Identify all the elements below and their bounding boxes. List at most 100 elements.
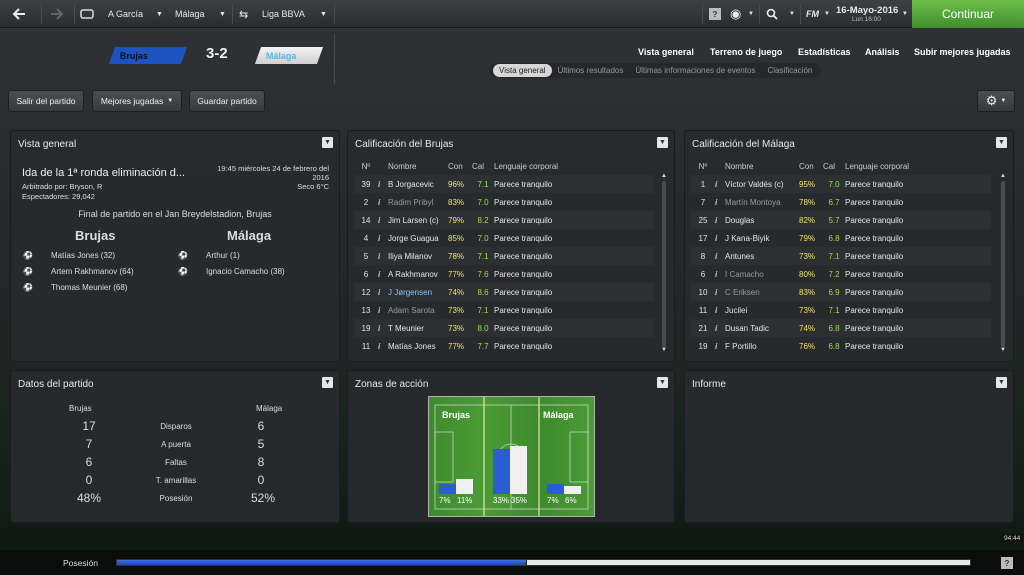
scorer-name[interactable]: Matías Jones (32)	[51, 251, 115, 260]
scorer-name[interactable]: Thomas Meunier (68)	[51, 283, 127, 292]
player-info-icon[interactable]: i	[378, 234, 388, 243]
back-arrow-icon[interactable]	[12, 0, 26, 28]
search-dropdown-icon[interactable]: ▼	[789, 0, 795, 28]
player-info-icon[interactable]: i	[378, 180, 388, 189]
scroll-down-icon[interactable]: ▼	[661, 347, 667, 353]
player-name[interactable]: I Camacho	[725, 270, 799, 279]
subtab-clasificacion[interactable]: Clasificación	[761, 64, 818, 77]
table-row[interactable]: 13 i Adam Sarota 73% 7.1 Parece tranquilo	[354, 301, 654, 319]
globe-dropdown-icon[interactable]: ▼	[748, 0, 754, 28]
tab-terreno-de-juego[interactable]: Terreno de juego	[710, 47, 782, 57]
table-row[interactable]: 8 i Antunes 73% 7.1 Parece tranquilo	[691, 247, 991, 265]
report-menu-icon[interactable]: ▼	[996, 377, 1007, 388]
player-name[interactable]: F Portillo	[725, 342, 799, 351]
scorer-name[interactable]: Ignacio Camacho (38)	[206, 267, 285, 276]
table-row[interactable]: 7 i Martín Montoya 78% 6.7 Parece tranquilo	[691, 193, 991, 211]
table-row[interactable]: 17 i J Kana-Biyik 79% 6.8 Parece tranquilo	[691, 229, 991, 247]
player-info-icon[interactable]: i	[715, 198, 725, 207]
player-name[interactable]: J Kana-Biyik	[725, 234, 799, 243]
home-ratings-scrollbar[interactable]	[662, 181, 666, 347]
scorer-name[interactable]: Artem Rakhmanov (64)	[51, 267, 134, 276]
table-row[interactable]: 19 i T Meunier 73% 8.0 Parece tranquilo	[354, 319, 654, 337]
player-info-icon[interactable]: i	[715, 342, 725, 351]
table-row[interactable]: 39 i B Jorgacevic 96% 7.1 Parece tranquilo	[354, 175, 654, 193]
competition-dropdown-icon[interactable]: ▼	[320, 0, 327, 28]
manager-dropdown-icon[interactable]: ▼	[156, 0, 163, 28]
player-info-icon[interactable]: i	[715, 306, 725, 315]
continue-button[interactable]: Continuar	[912, 0, 1024, 28]
table-row[interactable]: 11 i Matías Jones 77% 7.7 Parece tranquilo	[354, 337, 654, 355]
highlights-button[interactable]: Mejores jugadas ▼	[92, 90, 182, 112]
player-name[interactable]: B Jorgacevic	[388, 180, 448, 189]
scroll-down-icon[interactable]: ▼	[1000, 347, 1006, 353]
player-name[interactable]: Dusan Tadic	[725, 324, 799, 333]
tab-estadisticas[interactable]: Estadísticas	[798, 47, 851, 57]
player-info-icon[interactable]: i	[715, 252, 725, 261]
player-info-icon[interactable]: i	[378, 270, 388, 279]
player-name[interactable]: Víctor Valdés (c)	[725, 180, 799, 189]
table-row[interactable]: 14 i Jim Larsen (c) 79% 8.2 Parece tranquilo	[354, 211, 654, 229]
tab-analisis[interactable]: Análisis	[865, 47, 900, 57]
player-name[interactable]: Adam Sarota	[388, 306, 448, 315]
forward-arrow-icon[interactable]	[50, 0, 64, 28]
player-name[interactable]: Matías Jones	[388, 342, 448, 351]
club-name[interactable]: Málaga	[175, 0, 205, 28]
player-info-icon[interactable]: i	[378, 288, 388, 297]
player-info-icon[interactable]: i	[715, 180, 725, 189]
table-row[interactable]: 19 i F Portillo 76% 6.8 Parece tranquilo	[691, 337, 991, 355]
exit-match-button[interactable]: Salir del partido	[8, 90, 84, 112]
player-name[interactable]: Radim Pribyl	[388, 198, 448, 207]
player-name[interactable]: C Eriksen	[725, 288, 799, 297]
scroll-up-icon[interactable]: ▲	[661, 173, 667, 179]
manager-name[interactable]: A García	[108, 0, 143, 28]
player-name[interactable]: Douglas	[725, 216, 799, 225]
scroll-up-icon[interactable]: ▲	[1000, 173, 1006, 179]
save-match-button[interactable]: Guardar partido	[189, 90, 265, 112]
help-icon[interactable]: ?	[709, 0, 721, 28]
player-name[interactable]: Jorge Guagua	[388, 234, 448, 243]
settings-button[interactable]: ⚙ ▼	[977, 90, 1015, 112]
away-team-tag[interactable]: Málaga	[254, 47, 324, 64]
fm-menu[interactable]: FM	[806, 0, 819, 28]
player-info-icon[interactable]: i	[378, 216, 388, 225]
table-row[interactable]: 6iI Camacho 80% 7.2 Parece tranquilo	[691, 265, 991, 283]
player-name[interactable]: Jim Larsen (c)	[388, 216, 448, 225]
fm-dropdown-icon[interactable]: ▼	[824, 0, 830, 28]
club-dropdown-icon[interactable]: ▼	[219, 0, 226, 28]
help-icon[interactable]: ?	[1001, 557, 1013, 569]
competition-name[interactable]: Liga BBVA	[262, 0, 305, 28]
away-ratings-menu-icon[interactable]: ▼	[996, 137, 1007, 148]
globe-icon[interactable]: ◉	[730, 0, 741, 28]
table-row[interactable]: 25 i Douglas 82% 5.7 Parece tranquilo	[691, 211, 991, 229]
player-name[interactable]: T Meunier	[388, 324, 448, 333]
player-info-icon[interactable]: i	[378, 342, 388, 351]
player-name[interactable]: Antunes	[725, 252, 799, 261]
subtab-ultimas-informaciones[interactable]: Últimas informaciones de eventos	[629, 64, 761, 77]
table-row[interactable]: 4 i Jorge Guagua 85% 7.0 Parece tranquilo	[354, 229, 654, 247]
scorer-name[interactable]: Arthur (1)	[206, 251, 240, 260]
player-info-icon[interactable]: i	[715, 216, 725, 225]
table-row[interactable]: 21 i Dusan Tadic 74% 6.8 Parece tranquilo	[691, 319, 991, 337]
player-name[interactable]: Martín Montoya	[725, 198, 799, 207]
date-dropdown-icon[interactable]: ▼	[902, 0, 908, 28]
player-info-icon[interactable]: i	[715, 288, 725, 297]
subtab-vista-general[interactable]: Vista general	[493, 64, 552, 77]
player-info-icon[interactable]: i	[715, 234, 725, 243]
tab-vista-general[interactable]: Vista general	[638, 47, 694, 57]
table-row[interactable]: 11 i Jucilei 73% 7.1 Parece tranquilo	[691, 301, 991, 319]
player-name[interactable]: Iliya Milanov	[388, 252, 448, 261]
action-zones-menu-icon[interactable]: ▼	[657, 377, 668, 388]
player-info-icon[interactable]: i	[378, 252, 388, 261]
table-row[interactable]: 12 i J Jørgensen 74% 8.6 Parece tranquilo	[354, 283, 654, 301]
search-icon[interactable]	[766, 0, 778, 28]
table-row[interactable]: 6iA Rakhmanov 77% 7.6 Parece tranquilo	[354, 265, 654, 283]
player-info-icon[interactable]: i	[378, 198, 388, 207]
home-team-tag[interactable]: Brujas	[108, 47, 188, 64]
subtab-ultimos-resultados[interactable]: Últimos resultados	[552, 64, 630, 77]
player-info-icon[interactable]: i	[378, 306, 388, 315]
table-row[interactable]: 5 i Iliya Milanov 78% 7.1 Parece tranquilo	[354, 247, 654, 265]
away-ratings-scrollbar[interactable]	[1001, 181, 1005, 347]
player-info-icon[interactable]: i	[715, 324, 725, 333]
table-row[interactable]: 1 i Víctor Valdés (c) 95% 7.0 Parece tranquil…	[691, 175, 991, 193]
match-stats-menu-icon[interactable]: ▼	[322, 377, 333, 388]
